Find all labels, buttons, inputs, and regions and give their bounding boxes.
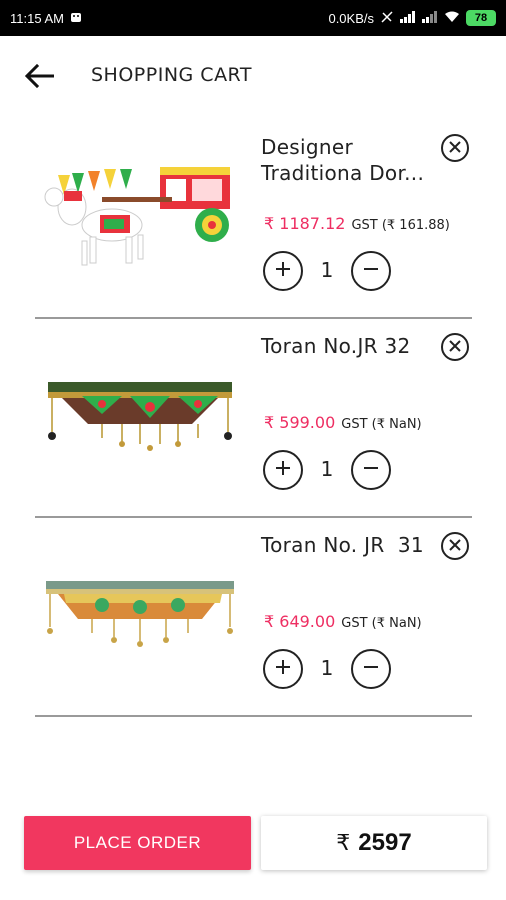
network-speed: 0.0KB/s bbox=[328, 10, 374, 26]
quantity-value: 1 bbox=[320, 457, 334, 481]
order-total: ₹ 2597 bbox=[261, 816, 487, 870]
decrease-quantity-button[interactable] bbox=[351, 649, 391, 689]
product-name[interactable]: Toran No.JR 32 bbox=[261, 333, 441, 359]
product-name[interactable]: Toran No. JR 31 bbox=[261, 532, 441, 558]
item-gst: GST (₹ NaN) bbox=[341, 616, 422, 631]
item-divider bbox=[35, 715, 472, 717]
battery-indicator: 78 bbox=[466, 10, 496, 26]
remove-item-button[interactable] bbox=[441, 532, 469, 560]
remove-item-button[interactable] bbox=[441, 333, 469, 361]
toran-image bbox=[48, 382, 232, 451]
plus-icon bbox=[274, 260, 292, 282]
remove-item-button[interactable] bbox=[441, 134, 469, 162]
status-time: 11:15 AM bbox=[10, 10, 64, 26]
product-image[interactable] bbox=[40, 140, 240, 290]
item-gst: GST (₹ NaN) bbox=[341, 417, 422, 432]
cart-item: Toran No. JR 31 ₹ 649.00 GST (₹ NaN) 1 bbox=[0, 518, 506, 717]
quantity-value: 1 bbox=[320, 258, 334, 282]
toran-image bbox=[46, 581, 234, 647]
ox-cart-image bbox=[44, 167, 230, 266]
minus-icon bbox=[362, 260, 380, 282]
wifi-icon bbox=[444, 11, 460, 25]
increase-quantity-button[interactable] bbox=[263, 251, 303, 291]
decrease-quantity-button[interactable] bbox=[351, 450, 391, 490]
product-image[interactable] bbox=[40, 538, 240, 688]
close-icon bbox=[448, 338, 462, 357]
currency-symbol: ₹ bbox=[336, 830, 351, 856]
arrow-left-icon bbox=[24, 63, 56, 92]
cart-item: Designer Traditiona Dor... ₹ 1187.12 GST… bbox=[0, 120, 506, 319]
item-price: ₹ 599.00 bbox=[264, 413, 336, 432]
minus-icon bbox=[362, 658, 380, 680]
item-gst: GST (₹ 161.88) bbox=[351, 218, 450, 233]
close-icon bbox=[448, 139, 462, 158]
product-image[interactable] bbox=[40, 339, 240, 489]
signal-icon bbox=[400, 11, 416, 25]
app-header: SHOPPING CART bbox=[0, 36, 506, 120]
price-row: ₹ 1187.12 GST (₹ 161.88) bbox=[264, 214, 450, 233]
page-title: SHOPPING CART bbox=[91, 64, 252, 86]
back-button[interactable] bbox=[20, 62, 60, 94]
quantity-stepper: 1 bbox=[263, 251, 403, 291]
data-off-icon bbox=[380, 10, 394, 26]
minus-icon bbox=[362, 459, 380, 481]
cart-item: Toran No.JR 32 ₹ 599.00 GST (₹ NaN) 1 bbox=[0, 319, 506, 518]
quantity-value: 1 bbox=[320, 656, 334, 680]
notification-icon bbox=[70, 11, 82, 25]
quantity-stepper: 1 bbox=[263, 649, 403, 689]
plus-icon bbox=[274, 459, 292, 481]
total-amount: 2597 bbox=[358, 829, 412, 856]
price-row: ₹ 599.00 GST (₹ NaN) bbox=[264, 413, 422, 432]
increase-quantity-button[interactable] bbox=[263, 450, 303, 490]
decrease-quantity-button[interactable] bbox=[351, 251, 391, 291]
product-name[interactable]: Designer Traditiona Dor... bbox=[261, 134, 441, 186]
price-row: ₹ 649.00 GST (₹ NaN) bbox=[264, 612, 422, 631]
cart-list: Designer Traditiona Dor... ₹ 1187.12 GST… bbox=[0, 120, 506, 717]
quantity-stepper: 1 bbox=[263, 450, 403, 490]
plus-icon bbox=[274, 658, 292, 680]
close-icon bbox=[448, 537, 462, 556]
increase-quantity-button[interactable] bbox=[263, 649, 303, 689]
item-price: ₹ 649.00 bbox=[264, 612, 336, 631]
signal-icon-secondary bbox=[422, 11, 438, 25]
place-order-button[interactable]: PLACE ORDER bbox=[24, 816, 251, 870]
status-bar: 11:15 AM 0.0KB/s 78 bbox=[0, 0, 506, 36]
item-price: ₹ 1187.12 bbox=[264, 214, 346, 233]
